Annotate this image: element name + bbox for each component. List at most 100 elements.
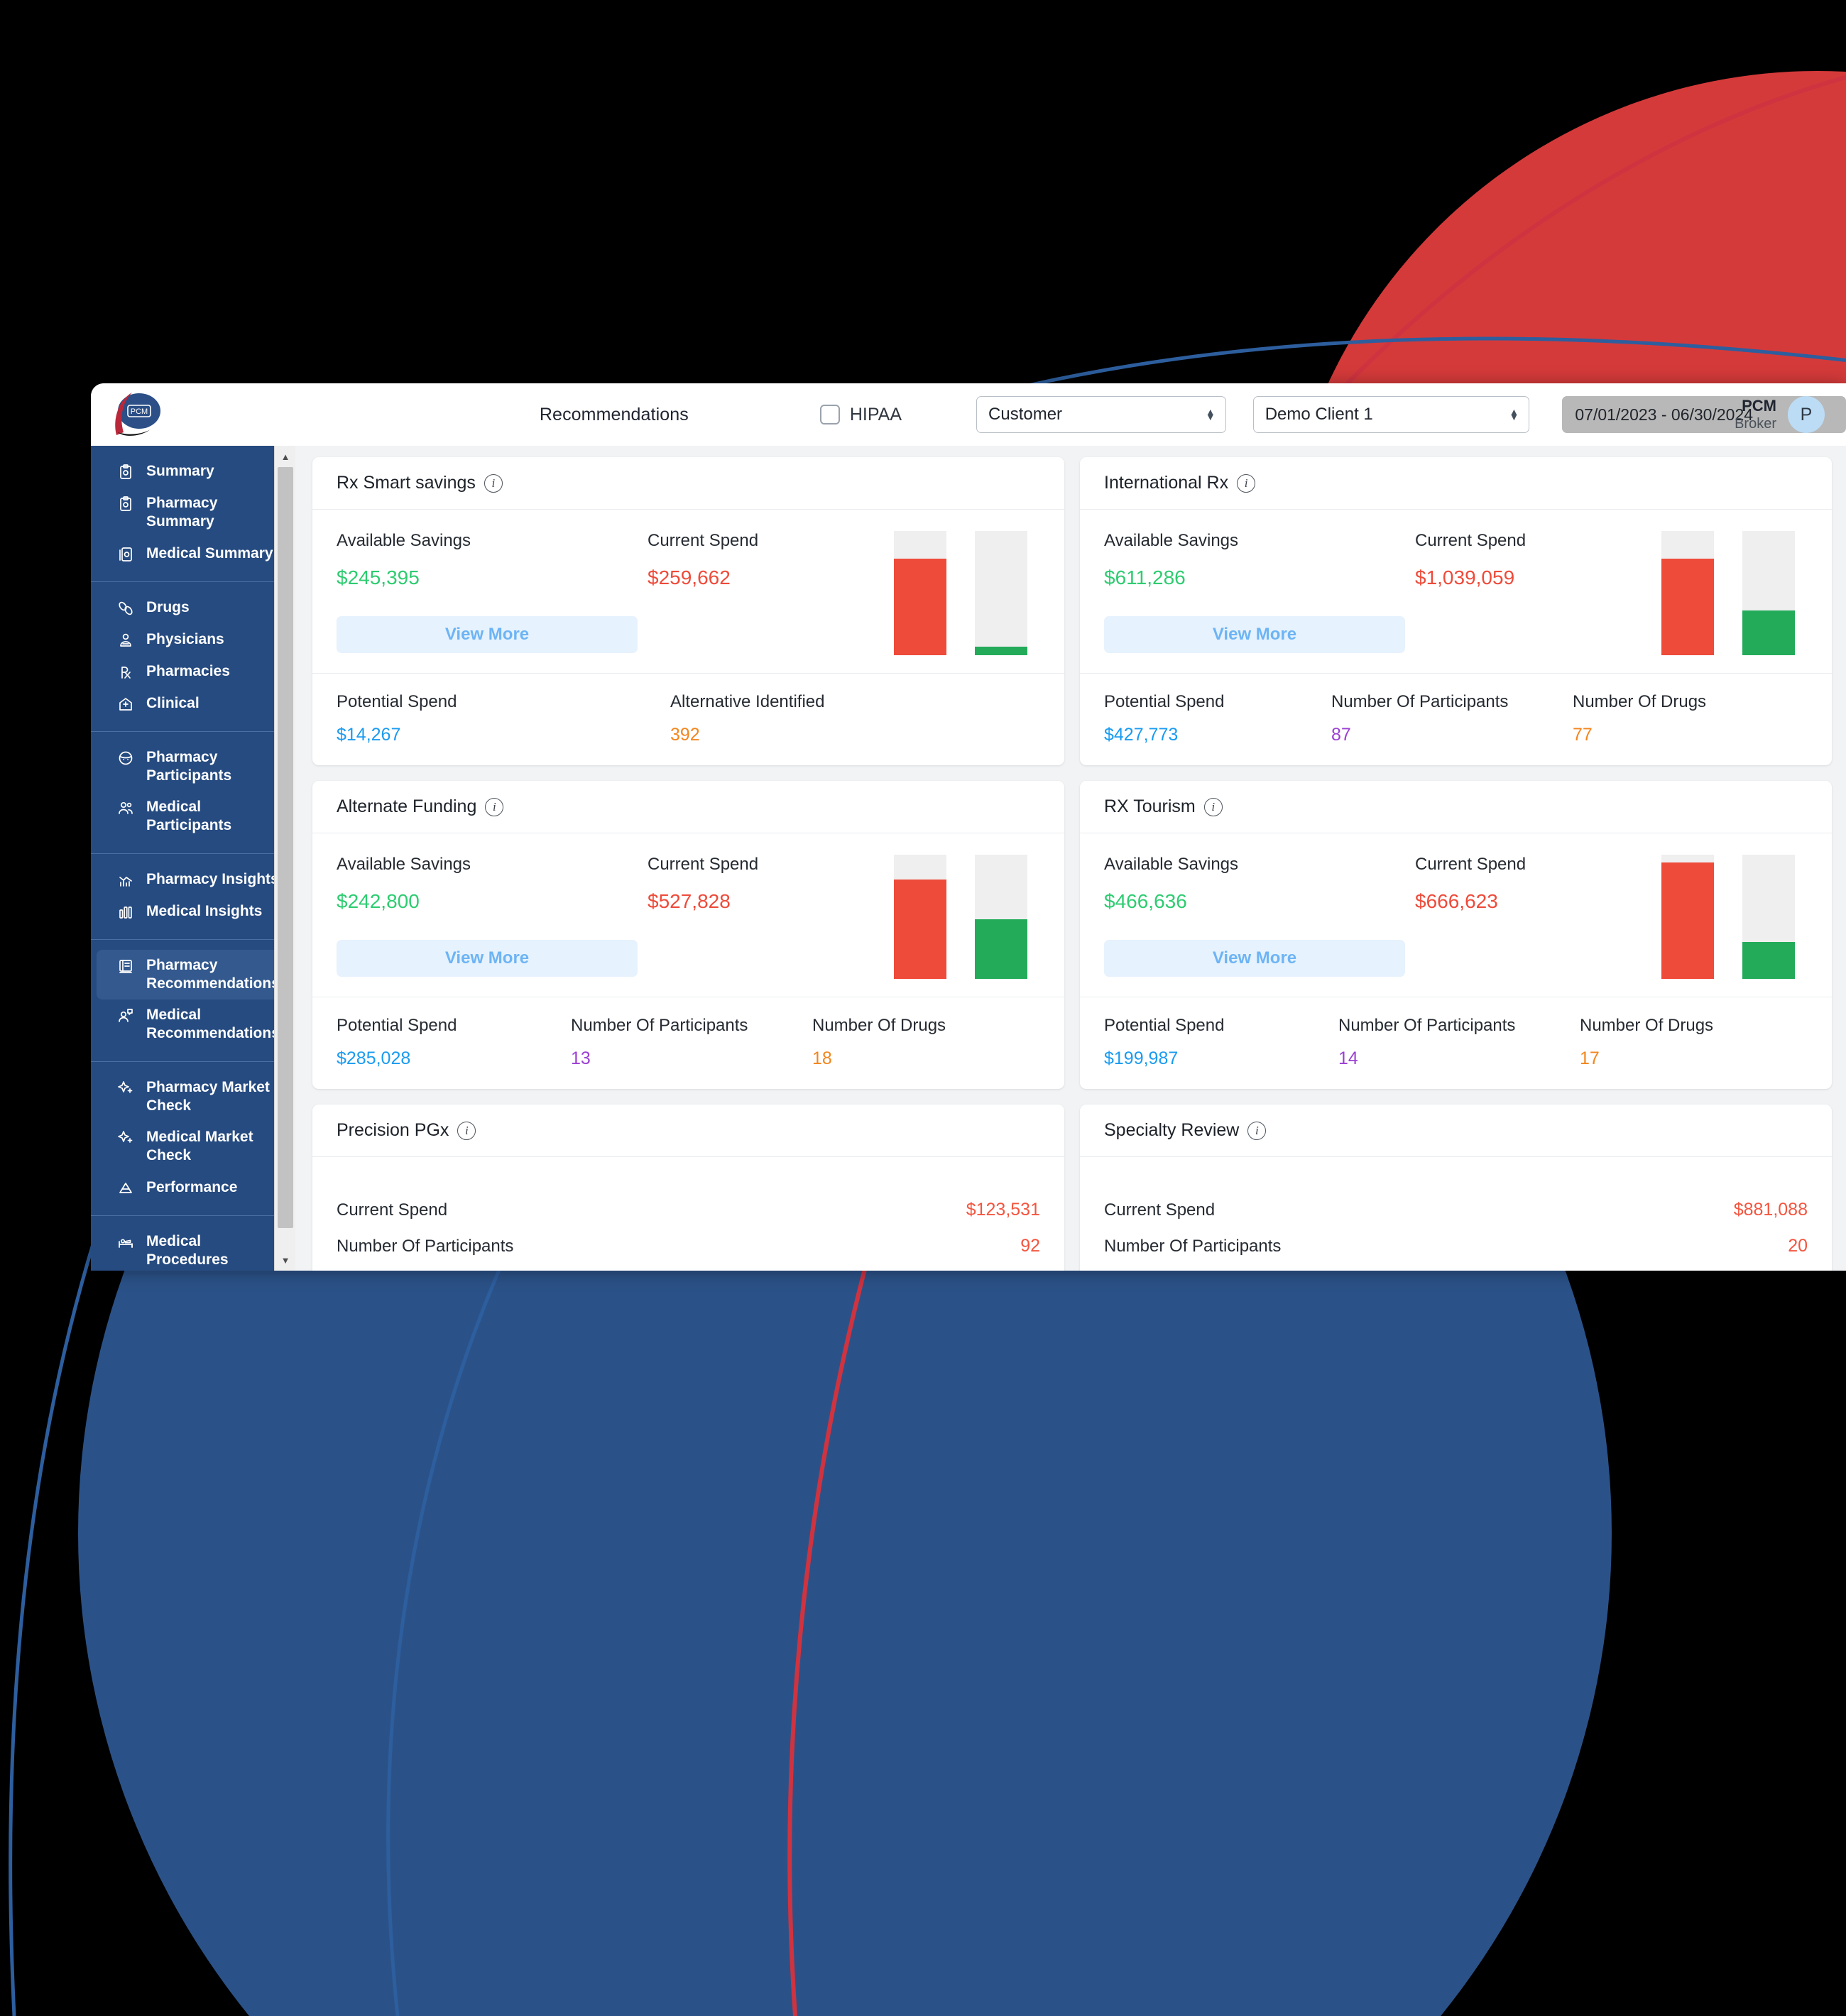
available-savings-bar bbox=[975, 919, 1027, 979]
metric-label: Current Spend bbox=[1415, 855, 1526, 874]
sidebar-item-label: Medical Insights bbox=[146, 902, 263, 919]
sidebar-item-pharmacy-participants[interactable]: Pharmacy Participants bbox=[97, 742, 290, 792]
doctor-icon bbox=[116, 631, 135, 650]
sidebar-item-label: Medical Market Check bbox=[146, 1129, 253, 1164]
sidebar-group-1: Drugs Physicians Pharmacies Clinical bbox=[91, 582, 295, 732]
face-icon bbox=[116, 749, 135, 767]
card-body: Available Savings $245,395 Current Spend $2… bbox=[312, 510, 1064, 673]
card-title: International Rx bbox=[1104, 473, 1229, 493]
stat-row: Current Spend $123,531 bbox=[337, 1200, 1040, 1220]
sidebar-item-pharmacy-insights[interactable]: Pharmacy Insights bbox=[97, 864, 290, 896]
card-footer: Potential Spend $285,028 Number Of Partici… bbox=[312, 997, 1064, 1089]
logo-text: PCM bbox=[131, 407, 148, 416]
user-role: Broker bbox=[1735, 416, 1776, 432]
info-icon[interactable]: i bbox=[485, 797, 504, 816]
sidebar-scrollbar[interactable]: ▲ ▼ bbox=[274, 446, 295, 1271]
footer-metric-label: Alternative Identified bbox=[670, 692, 825, 711]
current-spend-bar-track bbox=[1661, 855, 1714, 979]
footer-metric-number-of-participants: Number Of Participants 87 bbox=[1331, 692, 1573, 745]
view-more-button[interactable]: View More bbox=[337, 940, 638, 977]
comparison-bar-chart bbox=[1661, 855, 1795, 979]
sidebar-item-pharmacy-summary[interactable]: Pharmacy Summary bbox=[97, 488, 290, 538]
footer-metric-value: 87 bbox=[1331, 725, 1351, 745]
customer-select[interactable]: Customer ▲ ▼ bbox=[976, 396, 1226, 433]
available-savings-bar-track bbox=[1742, 855, 1795, 979]
stat-label: Number Of Participants bbox=[337, 1237, 514, 1256]
sidebar-group-5: Pharmacy Market Check Medical Market Chec… bbox=[91, 1062, 295, 1216]
stat-value: 92 bbox=[1020, 1236, 1040, 1256]
stat-label: Current Spend bbox=[1104, 1200, 1216, 1220]
chevron-updown-icon-2: ▲ ▼ bbox=[1509, 406, 1519, 422]
main-content: Rx Smart savings i Available Savings $245,3… bbox=[295, 446, 1846, 1271]
sidebar-item-medical-procedures[interactable]: Medical Procedures bbox=[97, 1226, 290, 1271]
info-icon[interactable]: i bbox=[484, 473, 503, 493]
pcm-logo[interactable]: PCM bbox=[91, 391, 170, 438]
sidebar-item-medical-market-check[interactable]: Medical Market Check bbox=[97, 1122, 290, 1172]
sidebar-item-label: Performance bbox=[146, 1178, 238, 1195]
card-title: Specialty Review bbox=[1104, 1120, 1240, 1140]
sidebar-item-label: Medical Recommendations bbox=[146, 1007, 280, 1042]
sidebar-item-medical-summary[interactable]: Medical Summary bbox=[97, 538, 290, 570]
rx-icon bbox=[116, 663, 135, 681]
sidebar-item-summary[interactable]: Summary bbox=[97, 456, 290, 488]
sidebar-item-pharmacy-recommendations[interactable]: Pharmacy Recommendations bbox=[97, 949, 290, 999]
hipaa-checkbox[interactable] bbox=[819, 405, 840, 424]
sidebar-item-pharmacy-market-check[interactable]: Pharmacy Market Check bbox=[97, 1072, 290, 1122]
sidebar-group-3: Pharmacy Insights Medical Insights bbox=[91, 854, 295, 940]
sidebar-item-label: Medical Procedures bbox=[146, 1232, 229, 1268]
card-alternate-funding: Alternate Funding i Available Savings $242,… bbox=[312, 781, 1064, 1089]
customer-select-value: Customer bbox=[988, 405, 1063, 424]
sidebar-item-label: Pharmacy Summary bbox=[146, 495, 218, 530]
scrollbar-thumb[interactable] bbox=[278, 467, 293, 1228]
sidebar-item-medical-recommendations[interactable]: Medical Recommendations bbox=[97, 999, 290, 1050]
scroll-down-arrow-icon[interactable]: ▼ bbox=[275, 1249, 295, 1271]
info-icon[interactable]: i bbox=[1237, 473, 1256, 493]
footer-metric-number-of-drugs: Number Of Drugs 18 bbox=[812, 1016, 1025, 1069]
user-org: PCM bbox=[1742, 396, 1776, 415]
sidebar-item-pharmacies[interactable]: Pharmacies bbox=[97, 656, 290, 688]
sidebar-item-label: Pharmacy Recommendations bbox=[146, 956, 280, 992]
metric-value: $1,039,059 bbox=[1415, 566, 1515, 588]
card-header: Precision PGx i bbox=[312, 1105, 1064, 1157]
view-more-button[interactable]: View More bbox=[1104, 940, 1405, 977]
card-header: Alternate Funding i bbox=[312, 781, 1064, 833]
card-footer: Potential Spend $14,267 Alternative Identi… bbox=[312, 673, 1064, 765]
sidebar-item-clinical[interactable]: Clinical bbox=[97, 688, 290, 720]
sidebar-item-label: Pharmacy Market Check bbox=[146, 1078, 270, 1114]
footer-metric-potential-spend: Potential Spend $14,267 bbox=[337, 692, 670, 745]
avatar[interactable]: P bbox=[1788, 396, 1825, 433]
gauge-icon bbox=[116, 1179, 135, 1198]
metric-value: $259,662 bbox=[648, 566, 731, 588]
sidebar-item-medical-insights[interactable]: Medical Insights bbox=[97, 896, 290, 928]
metric-label: Available Savings bbox=[337, 855, 471, 874]
info-icon[interactable]: i bbox=[1203, 797, 1223, 816]
metric-label: Available Savings bbox=[1104, 531, 1239, 550]
info-icon[interactable]: i bbox=[1247, 1121, 1267, 1140]
view-more-button[interactable]: View More bbox=[337, 616, 638, 653]
info-icon[interactable]: i bbox=[457, 1121, 476, 1140]
metric-value: $242,800 bbox=[337, 890, 420, 912]
view-more-button[interactable]: View More bbox=[1104, 616, 1405, 653]
sidebar-group-2: Pharmacy Participants Medical Participant… bbox=[91, 732, 295, 854]
sidebar-item-medical-participants[interactable]: Medical Participants bbox=[97, 791, 290, 842]
user-menu[interactable]: PCM Broker P bbox=[1735, 396, 1825, 434]
sidebar-item-drugs[interactable]: Drugs bbox=[97, 592, 290, 624]
client-select[interactable]: Demo Client 1 ▲ ▼ bbox=[1252, 396, 1530, 433]
scroll-up-arrow-icon[interactable]: ▲ bbox=[275, 446, 295, 467]
footer-metric-label: Potential Spend bbox=[1104, 1016, 1225, 1035]
footer-metric-value: 14 bbox=[1338, 1048, 1358, 1068]
footer-metric-label: Number Of Participants bbox=[1338, 1016, 1516, 1035]
footer-metric-value: 17 bbox=[1580, 1048, 1600, 1068]
sidebar-item-physicians[interactable]: Physicians bbox=[97, 624, 290, 656]
stat-value: $123,531 bbox=[966, 1200, 1040, 1220]
sidebar-item-performance[interactable]: Performance bbox=[97, 1172, 290, 1204]
footer-metric-value: 77 bbox=[1573, 725, 1593, 745]
footer-metric-label: Number Of Drugs bbox=[1580, 1016, 1714, 1035]
card-title: Rx Smart savings bbox=[337, 473, 476, 493]
available-savings-bar bbox=[1742, 941, 1795, 979]
available-savings-bar bbox=[975, 646, 1027, 655]
footer-metric-value: 13 bbox=[571, 1048, 591, 1068]
hipaa-filter[interactable]: HIPAA bbox=[819, 405, 902, 425]
document-gear-icon bbox=[116, 545, 135, 564]
sidebar-item-label: Summary bbox=[146, 463, 214, 479]
